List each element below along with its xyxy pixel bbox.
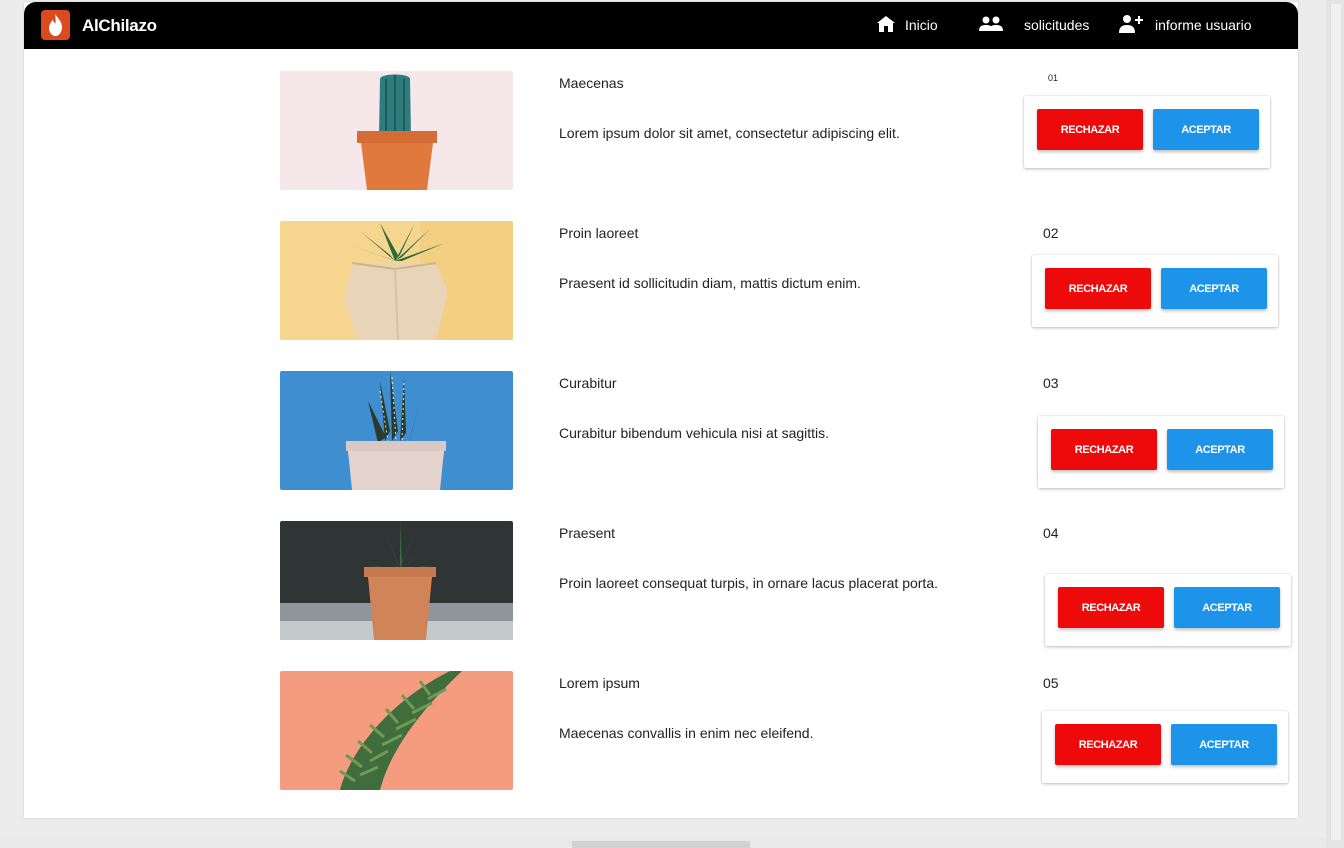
nav-informe-usuario[interactable]: informe usuario [1118,13,1252,37]
nav-solicitudes-label: solicitudes [1024,17,1090,33]
action-group: RECHAZAR ACEPTAR [1032,255,1278,327]
item-description: Proin laoreet consequat turpis, in ornar… [559,575,938,591]
action-group: RECHAZAR ACEPTAR [1038,416,1284,488]
zebra-cactus-photo [280,371,513,490]
flame-logo-icon[interactable] [41,10,70,40]
home-icon [876,15,896,36]
nav-inicio-label: Inicio [905,17,938,33]
reject-button[interactable]: RECHAZAR [1045,268,1151,309]
item-number: 05 [1043,675,1059,691]
app-window: AlChilazo Inicio solicitudes informe usu… [24,2,1298,818]
list-item: Lorem ipsum Maecenas convallis in enim n… [24,671,1298,801]
accept-button[interactable]: ACEPTAR [1153,109,1259,150]
brand-name[interactable]: AlChilazo [82,16,157,36]
group-icon [978,16,1004,35]
item-description: Praesent id sollicitudin diam, mattis di… [559,275,861,291]
item-number: 03 [1043,375,1059,391]
item-number: 02 [1043,225,1059,241]
green-plant-photo [280,671,513,790]
nav-solicitudes[interactable]: solicitudes [978,13,1089,37]
accept-button[interactable]: ACEPTAR [1161,268,1267,309]
action-group: RECHAZAR ACEPTAR [1042,711,1288,783]
flame-icon [49,14,62,36]
list-item: Maecenas Lorem ipsum dolor sit amet, con… [24,71,1298,201]
cactus-photo [280,71,513,190]
top-navbar: AlChilazo Inicio solicitudes informe usu… [24,2,1298,49]
accept-button[interactable]: ACEPTAR [1174,587,1280,628]
reject-button[interactable]: RECHAZAR [1055,724,1161,765]
item-title: Maecenas [559,75,624,91]
item-title: Praesent [559,525,616,541]
item-number: 01 [1048,73,1059,83]
item-number: 04 [1043,525,1059,541]
person-add-icon [1118,14,1146,37]
action-group: RECHAZAR ACEPTAR [1045,574,1291,646]
accept-button[interactable]: ACEPTAR [1167,429,1273,470]
item-description: Maecenas convallis in enim nec eleifend. [559,725,814,741]
list-item: Curabitur Curabitur bibendum vehicula ni… [24,371,1298,501]
list-item: Praesent Proin laoreet consequat turpis,… [24,521,1298,651]
horizontal-scrollbar[interactable] [0,838,1326,848]
list-item: Proin laoreet Praesent id sollicitudin d… [24,221,1298,351]
action-group: RECHAZAR ACEPTAR [1024,96,1270,168]
item-title: Lorem ipsum [559,675,640,691]
item-title: Proin laoreet [559,225,639,241]
scrollbar-thumb[interactable] [1330,4,1341,840]
accept-button[interactable]: ACEPTAR [1171,724,1277,765]
haworthia-photo [280,521,513,640]
vertical-scrollbar[interactable] [1326,0,1344,848]
item-title: Curabitur [559,375,617,391]
reject-button[interactable]: RECHAZAR [1051,429,1157,470]
succulent-photo [280,221,513,340]
item-description: Curabitur bibendum vehicula nisi at sagi… [559,425,830,441]
nav-informe-label: informe usuario [1155,17,1252,33]
reject-button[interactable]: RECHAZAR [1058,587,1164,628]
item-description: Lorem ipsum dolor sit amet, consectetur … [559,125,900,141]
nav-inicio[interactable]: Inicio [876,13,938,37]
scrollbar-thumb[interactable] [572,841,750,848]
reject-button[interactable]: RECHAZAR [1037,109,1143,150]
